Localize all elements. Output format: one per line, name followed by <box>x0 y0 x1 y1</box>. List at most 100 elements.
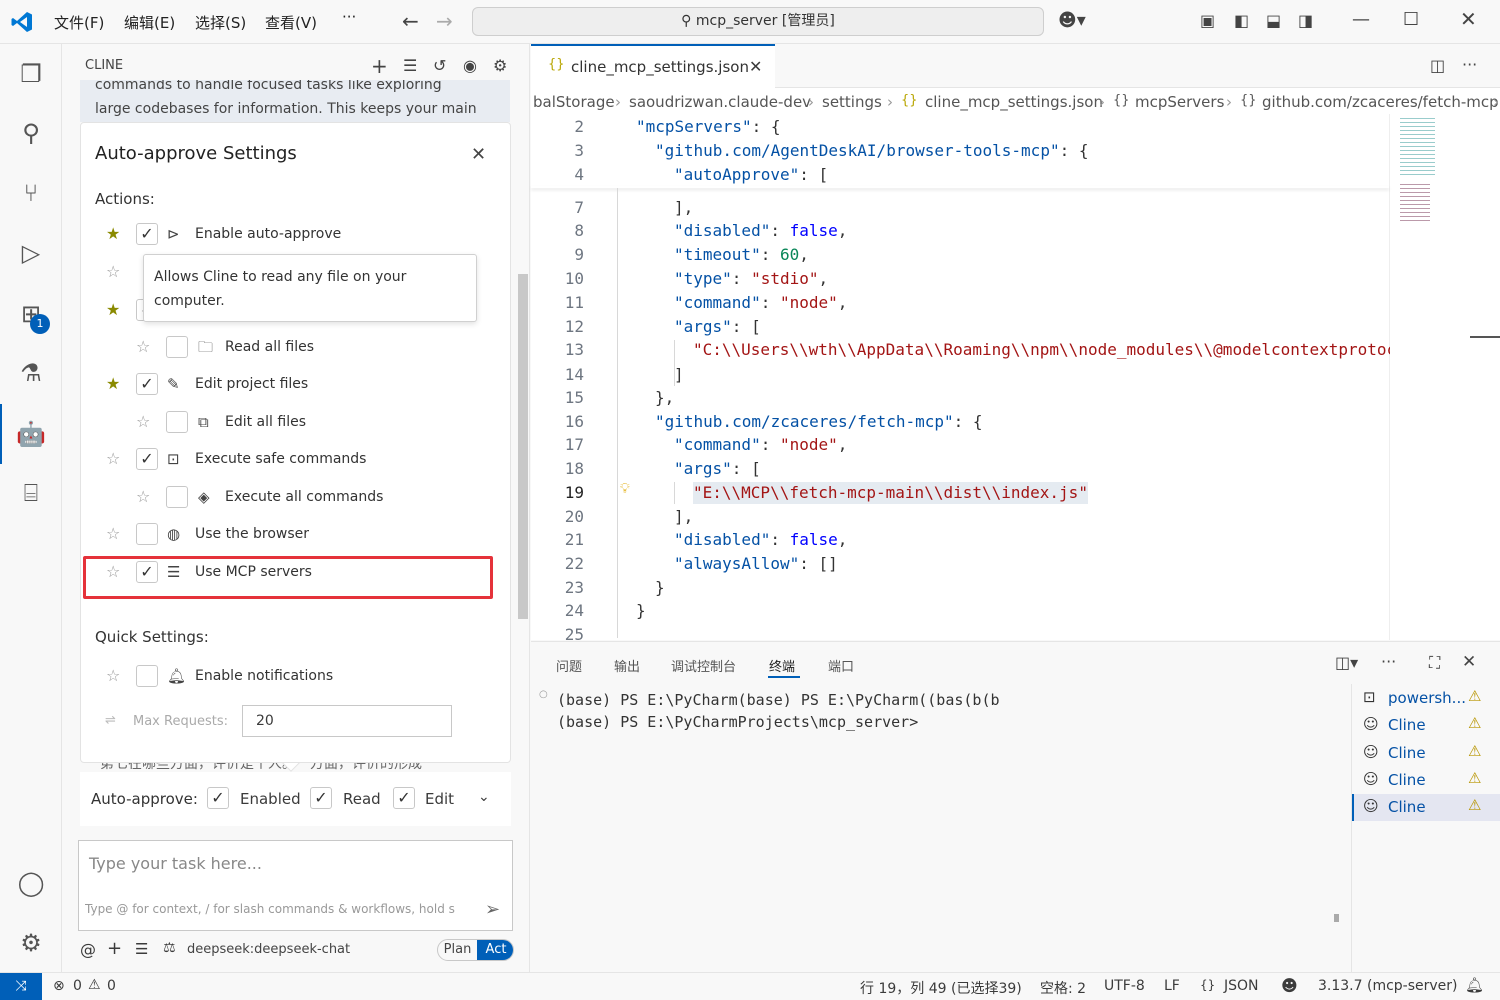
split-editor-icon[interactable]: ◫ <box>1430 56 1445 76</box>
toggle-secondary-sidebar-icon[interactable]: ◨ <box>1298 11 1313 31</box>
python-version[interactable]: 3.13.7 (mcp-server) <box>1318 978 1458 994</box>
minimap[interactable] <box>1389 114 1500 640</box>
tab-output[interactable]: 输出 <box>614 656 640 675</box>
star-filled-icon[interactable]: ★ <box>106 299 120 321</box>
send-icon[interactable]: ➢ <box>485 899 500 920</box>
lightbulb-icon[interactable]: 💡︎ <box>620 481 630 497</box>
remote-icon[interactable]: ⤨ <box>0 973 42 1000</box>
checkbox-checked[interactable]: ✓ <box>136 448 158 470</box>
breadcrumb-item[interactable]: mcpServers <box>1135 93 1224 111</box>
menu-view[interactable]: 查看(V) <box>265 12 317 33</box>
close-window-icon[interactable]: ✕ <box>1460 9 1477 29</box>
tab-problems[interactable]: 问题 <box>556 656 582 675</box>
indentation[interactable]: 空格: 2 <box>1040 978 1086 998</box>
more-icon[interactable]: ··· <box>1381 652 1396 672</box>
star-outline-icon[interactable]: ☆ <box>106 665 120 687</box>
error-count[interactable]: 0 <box>73 978 82 994</box>
cline-robot-icon[interactable]: 🤖 <box>13 416 49 452</box>
terminal-list-item[interactable]: ☺ Cline ⚠ <box>1352 712 1500 739</box>
encoding[interactable]: UTF-8 <box>1104 978 1145 994</box>
checkbox-unchecked[interactable] <box>166 411 188 433</box>
notification-bell-icon[interactable]: 🔔︎ <box>1465 976 1484 994</box>
account-icon[interactable]: ◉ <box>463 56 477 76</box>
close-icon[interactable]: ✕ <box>471 145 486 165</box>
back-arrow-icon[interactable]: ← <box>402 11 419 31</box>
enabled-checkbox[interactable]: ✓ <box>207 787 229 809</box>
checkbox-unchecked[interactable] <box>166 336 188 358</box>
row-edit-all-files[interactable]: ☆ ⧉ Edit all files <box>81 411 512 443</box>
menu-selection[interactable]: 选择(S) <box>195 12 246 33</box>
read-checkbox[interactable]: ✓ <box>310 787 332 809</box>
mcp-icon[interactable]: ☰ <box>135 940 148 958</box>
copilot-status-icon[interactable]: ☻ <box>1281 976 1298 995</box>
row-execute-all-commands[interactable]: ☆ ◈ Execute all commands <box>81 486 512 518</box>
menu-more[interactable]: ··· <box>342 8 356 26</box>
checkbox-unchecked[interactable] <box>166 486 188 508</box>
add-icon[interactable]: + <box>107 938 122 959</box>
terminal-list-item[interactable]: ⊡ powersh... ⚠ <box>1352 685 1500 712</box>
minimize-icon[interactable]: — <box>1352 10 1370 30</box>
max-requests-input[interactable]: 20 <box>242 705 452 737</box>
eol[interactable]: LF <box>1164 978 1180 994</box>
breadcrumb-item[interactable]: saoudrizwan.claude-dev <box>629 93 811 111</box>
terminal-scrollbar[interactable] <box>1334 914 1339 922</box>
checkbox-checked[interactable]: ✓ <box>136 561 158 583</box>
breadcrumb-item[interactable]: balStorage <box>533 93 615 111</box>
star-outline-icon[interactable]: ☆ <box>136 486 150 508</box>
history-icon[interactable]: ↺ <box>433 56 446 76</box>
at-mention-icon[interactable]: @ <box>80 940 96 959</box>
star-filled-icon[interactable]: ★ <box>106 373 120 395</box>
scale-icon[interactable]: ⚖ <box>163 940 176 956</box>
tab-debug-console[interactable]: 调试控制台 <box>671 656 736 675</box>
run-debug-icon[interactable]: ▷ <box>13 235 49 271</box>
copilot-icon[interactable]: ☻▾ <box>1058 11 1086 31</box>
menu-edit[interactable]: 编辑(E) <box>124 12 175 33</box>
command-center[interactable]: ⚲ mcp_server [管理员] <box>472 7 1044 36</box>
cursor-position[interactable]: 行 19，列 49 (已选择39) <box>860 978 1022 998</box>
explorer-icon[interactable]: ❐ <box>13 56 49 92</box>
star-outline-icon[interactable]: ☆ <box>106 523 120 545</box>
model-selector[interactable]: deepseek:deepseek-chat <box>187 942 350 957</box>
new-task-plus-icon[interactable]: + <box>371 56 388 76</box>
close-tab-icon[interactable]: ✕ <box>749 57 762 76</box>
terminal-list-item[interactable]: ☺ Cline ⚠ <box>1352 740 1500 767</box>
row-enable-notifications[interactable]: ☆ 🔔︎ Enable notifications <box>81 665 512 697</box>
task-input[interactable]: Type your task here... Type @ for contex… <box>78 840 513 931</box>
warning-count[interactable]: 0 <box>107 978 116 994</box>
plan-option[interactable]: Plan <box>438 940 477 960</box>
row-edit-project-files[interactable]: ★ ✓ ✎ Edit project files <box>81 373 512 405</box>
star-outline-icon[interactable]: ☆ <box>106 448 120 470</box>
star-outline-icon[interactable]: ☆ <box>106 561 120 583</box>
more-actions-icon[interactable]: ··· <box>1462 55 1477 75</box>
star-outline-icon[interactable]: ☆ <box>136 411 150 433</box>
star-filled-icon[interactable]: ★ <box>106 223 120 245</box>
plan-act-toggle[interactable]: Plan Act <box>437 939 514 961</box>
testing-icon[interactable]: ⚗ <box>13 355 49 391</box>
close-panel-icon[interactable]: ✕ <box>1462 652 1476 672</box>
editor-tab[interactable]: {} cline_mcp_settings.json ✕ <box>531 44 775 89</box>
tab-ports[interactable]: 端口 <box>828 656 854 675</box>
language-mode[interactable]: JSON <box>1224 978 1259 994</box>
row-use-browser[interactable]: ☆ ◍ Use the browser <box>81 523 512 555</box>
checkbox-checked[interactable]: ✓ <box>136 223 158 245</box>
breadcrumb-item[interactable]: settings <box>822 93 882 111</box>
search-icon[interactable]: ⚲ <box>13 115 49 151</box>
star-outline-icon[interactable]: ☆ <box>106 261 120 283</box>
warning-icon[interactable]: ⚠ <box>88 977 101 993</box>
settings-gear-icon[interactable]: ⚙ <box>13 925 49 961</box>
checkbox-unchecked[interactable] <box>136 665 158 687</box>
terminal-list-item-active[interactable]: ☺ Cline ⚠ <box>1352 794 1500 821</box>
act-option[interactable]: Act <box>477 940 513 960</box>
menu-file[interactable]: 文件(F) <box>54 12 104 33</box>
row-read-all-files[interactable]: ☆ 🗀 Read all files <box>81 336 512 368</box>
breadcrumb-item[interactable]: cline_mcp_settings.json <box>925 93 1103 111</box>
chevron-down-icon[interactable]: ⌄ <box>478 789 490 805</box>
customize-layout-icon[interactable]: ▣ <box>1200 11 1215 31</box>
checkbox-checked[interactable]: ✓ <box>136 373 158 395</box>
edit-checkbox[interactable]: ✓ <box>393 787 415 809</box>
sidebar-scrollbar[interactable] <box>518 274 528 619</box>
toggle-panel-icon[interactable]: ⬓ <box>1266 11 1281 31</box>
forward-arrow-icon[interactable]: → <box>436 11 453 31</box>
maximize-icon[interactable]: ☐ <box>1403 10 1419 30</box>
breadcrumb-item[interactable]: github.com/zcaceres/fetch-mcp <box>1262 93 1499 111</box>
